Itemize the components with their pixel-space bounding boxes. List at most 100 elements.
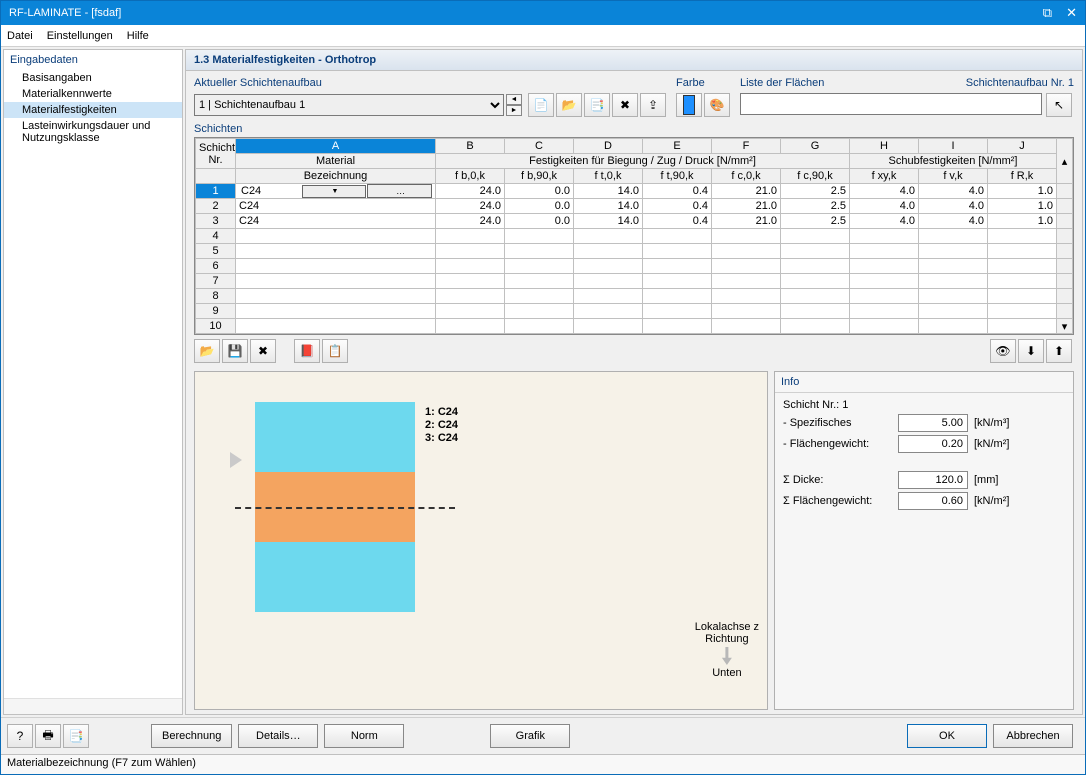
copy-layup-icon[interactable]: 📑	[584, 93, 610, 117]
cell-value[interactable]	[712, 274, 781, 289]
cell-value[interactable]	[712, 259, 781, 274]
cell-value[interactable]	[919, 229, 988, 244]
cell-value[interactable]: 4.0	[919, 184, 988, 199]
details-button[interactable]: Details…	[238, 724, 318, 748]
cell-value[interactable]	[643, 319, 712, 334]
cell-value[interactable]: 24.0	[436, 184, 505, 199]
row-number[interactable]: 4	[196, 229, 236, 244]
layup-select[interactable]: 1 | Schichtenaufbau 1	[194, 94, 504, 116]
cell-value[interactable]: 21.0	[712, 184, 781, 199]
col-I[interactable]: I	[919, 139, 988, 154]
menu-file[interactable]: Datei	[7, 30, 33, 42]
cell-value[interactable]	[643, 304, 712, 319]
cell-material[interactable]: C24▼…	[236, 184, 436, 199]
cell-value[interactable]	[643, 259, 712, 274]
col-H[interactable]: H	[850, 139, 919, 154]
cell-value[interactable]	[643, 274, 712, 289]
cell-value[interactable]: 4.0	[850, 199, 919, 214]
dropdown-icon[interactable]: ▼	[302, 185, 367, 198]
cell-value[interactable]: 2.5	[781, 214, 850, 229]
col-E[interactable]: E	[643, 139, 712, 154]
calc-button[interactable]: Berechnung	[151, 724, 232, 748]
more-icon[interactable]: …	[367, 184, 432, 198]
cell-value[interactable]: 1.0	[988, 214, 1057, 229]
scrollbar-track[interactable]	[1057, 259, 1073, 274]
cell-value[interactable]: 21.0	[712, 214, 781, 229]
scrollbar-track[interactable]	[1057, 199, 1073, 214]
cell-value[interactable]	[988, 229, 1057, 244]
cell-value[interactable]: 4.0	[919, 214, 988, 229]
sidebar-item-0[interactable]: Basisangaben	[4, 70, 182, 86]
sidebar-scrollbar[interactable]	[4, 698, 182, 714]
cell-value[interactable]	[505, 274, 574, 289]
cell-value[interactable]	[505, 229, 574, 244]
cell-material[interactable]	[236, 244, 436, 259]
cell-value[interactable]	[505, 259, 574, 274]
sidebar-item-1[interactable]: Materialkennwerte	[4, 86, 182, 102]
tree-root[interactable]: Eingabedaten	[4, 50, 182, 70]
cell-value[interactable]: 0.4	[643, 184, 712, 199]
print-icon[interactable]: 🖶	[35, 724, 61, 748]
cell-material[interactable]	[236, 289, 436, 304]
menu-help[interactable]: Hilfe	[127, 30, 149, 42]
close-icon[interactable]: ✕	[1066, 5, 1077, 21]
cell-value[interactable]	[712, 244, 781, 259]
sidebar-item-2[interactable]: Materialfestigkeiten	[4, 102, 182, 118]
cell-value[interactable]: 14.0	[574, 199, 643, 214]
cell-value[interactable]	[436, 244, 505, 259]
cell-value[interactable]: 0.0	[505, 214, 574, 229]
cell-value[interactable]	[574, 229, 643, 244]
export-excel-icon[interactable]: ⬇	[1018, 339, 1044, 363]
row-number[interactable]: 3	[196, 214, 236, 229]
cell-material[interactable]: C24	[236, 214, 436, 229]
cell-value[interactable]	[850, 319, 919, 334]
cell-value[interactable]: 2.5	[781, 184, 850, 199]
cell-material[interactable]	[236, 274, 436, 289]
cell-value[interactable]: 0.0	[505, 199, 574, 214]
cell-value[interactable]	[505, 319, 574, 334]
new-layup-icon[interactable]: 📄	[528, 93, 554, 117]
report-icon[interactable]: 📑	[63, 724, 89, 748]
cell-value[interactable]	[919, 304, 988, 319]
cell-material[interactable]	[236, 259, 436, 274]
cell-value[interactable]	[712, 304, 781, 319]
cell-material[interactable]	[236, 319, 436, 334]
cell-value[interactable]	[919, 274, 988, 289]
cell-value[interactable]: 4.0	[850, 214, 919, 229]
color-picker-icon[interactable]: 🎨	[704, 93, 730, 117]
color-swatch-button[interactable]	[676, 93, 702, 117]
cell-value[interactable]: 0.4	[643, 199, 712, 214]
cell-value[interactable]: 0.4	[643, 214, 712, 229]
cell-value[interactable]	[781, 229, 850, 244]
cell-value[interactable]	[850, 229, 919, 244]
table-scroll-up[interactable]: ▴	[1057, 139, 1073, 184]
delete-layup-icon[interactable]: ✖	[612, 93, 638, 117]
scrollbar-track[interactable]	[1057, 184, 1073, 199]
cell-value[interactable]	[574, 259, 643, 274]
help-icon[interactable]: ?	[7, 724, 33, 748]
restore-icon[interactable]: ⧉	[1043, 5, 1052, 21]
row-number[interactable]: 10	[196, 319, 236, 334]
cell-value[interactable]	[574, 304, 643, 319]
cell-value[interactable]	[712, 229, 781, 244]
scrollbar-track[interactable]	[1057, 229, 1073, 244]
row-number[interactable]: 1	[196, 184, 236, 199]
layup-next[interactable]: ►	[506, 105, 522, 116]
cell-material[interactable]	[236, 229, 436, 244]
scrollbar-track[interactable]	[1057, 289, 1073, 304]
save-disk-icon[interactable]: 💾	[222, 339, 248, 363]
cell-value[interactable]: 24.0	[436, 214, 505, 229]
open-layup-icon[interactable]: 📂	[556, 93, 582, 117]
cell-value[interactable]: 2.5	[781, 199, 850, 214]
cell-value[interactable]	[712, 319, 781, 334]
cell-value[interactable]	[574, 274, 643, 289]
cell-value[interactable]	[919, 289, 988, 304]
col-A[interactable]: A	[236, 139, 436, 154]
col-F[interactable]: F	[712, 139, 781, 154]
table-scroll-down[interactable]: ▾	[1057, 319, 1073, 334]
layup-prev[interactable]: ◄	[506, 94, 522, 105]
cell-value[interactable]: 21.0	[712, 199, 781, 214]
cell-value[interactable]	[643, 229, 712, 244]
ok-button[interactable]: OK	[907, 724, 987, 748]
folder-open-icon[interactable]: 📂	[194, 339, 220, 363]
